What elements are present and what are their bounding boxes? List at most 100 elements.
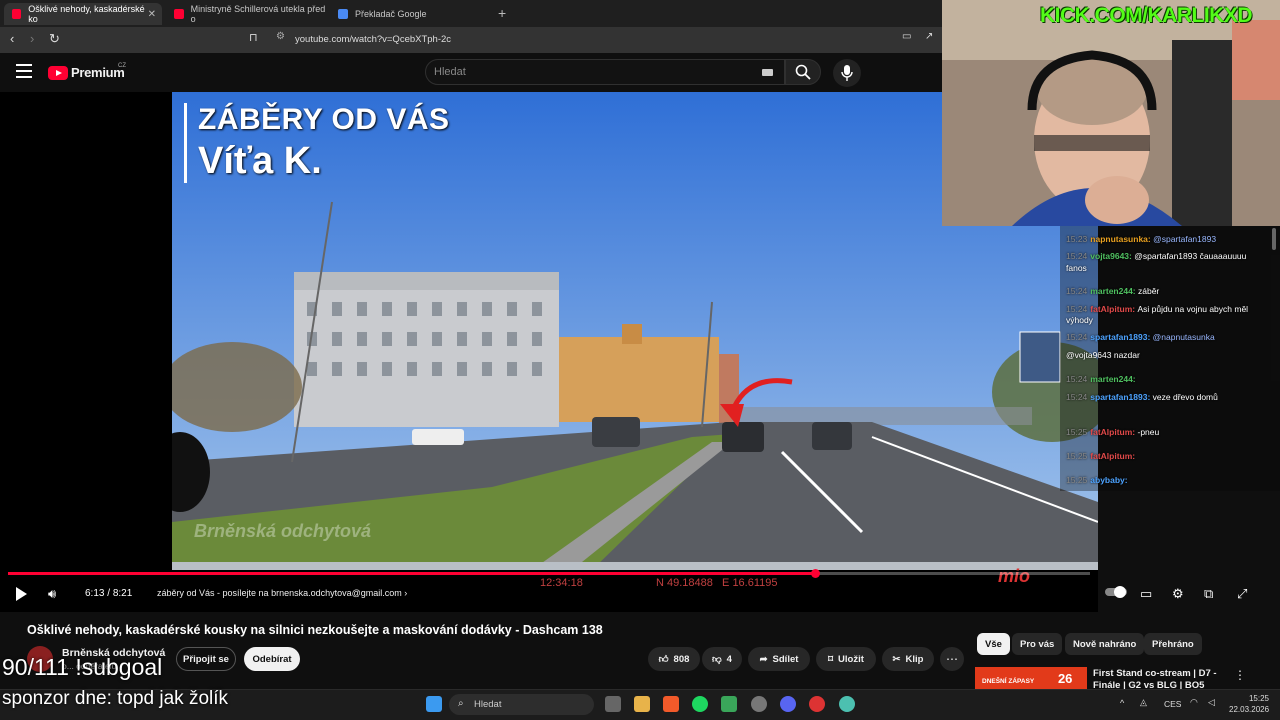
taskbar-search[interactable] (449, 694, 594, 715)
settings-icon[interactable]: ⚙ (1172, 586, 1184, 602)
speaker-icon[interactable]: ◁ (1208, 697, 1215, 708)
tab-2[interactable]: Překladač Google (330, 3, 492, 25)
tab-label: Ministryně Schillerová utekla před o (190, 4, 326, 24)
chat-username[interactable]: abybaby: (1090, 475, 1127, 485)
chat-message: @vojta9643 nazdar (1066, 350, 1140, 360)
search-input[interactable] (425, 59, 785, 85)
dislike-button[interactable]: 👎︎ 4 (702, 647, 742, 671)
miniplayer-icon[interactable]: ⧉ (1204, 586, 1213, 602)
chevron-up-icon[interactable]: ^ (1120, 698, 1124, 708)
chat-message: 15:24 marten244: záběr (1066, 286, 1159, 296)
chip-watched[interactable]: Přehráno (1144, 633, 1202, 655)
like-button[interactable]: 👍︎ 808 (648, 647, 700, 671)
cast-icon[interactable]: ▭ (902, 31, 911, 42)
file-explorer-icon[interactable] (634, 696, 650, 712)
keyboard-language[interactable]: CES (1164, 699, 1181, 709)
chat-username[interactable]: vojta9643: (1090, 251, 1134, 261)
url-field[interactable]: youtube.com/watch?v=QcebXTph-2c (295, 34, 451, 45)
play-icon[interactable] (16, 587, 27, 601)
mio-logo: mio (998, 566, 1031, 586)
app-icon[interactable] (839, 696, 855, 712)
forward-icon[interactable]: › (30, 31, 34, 46)
chat-username[interactable]: spartafan1893: (1090, 392, 1152, 402)
video-overlay-title: ZÁBĚRY OD VÁS (198, 103, 450, 136)
thumbnail-text: DNEŠNÍ ZÁPASY 26 (982, 671, 1072, 686)
chip-all[interactable]: Vše (977, 633, 1010, 655)
clip-button[interactable]: ✂ Klip (882, 647, 934, 671)
refresh-app-icon[interactable] (751, 696, 767, 712)
subtitles-icon[interactable]: ▭ (1140, 586, 1152, 602)
address-bar-row: ‹ › ↻ ⊓ ⚙ ▭ ↗ (0, 27, 942, 53)
chapter-button[interactable]: záběry od Vás - posílejte na brnenska.od… (157, 588, 407, 598)
chat-timestamp: 15:24 (1066, 286, 1088, 296)
volume-icon[interactable]: 🔊︎ (48, 586, 56, 602)
clock[interactable]: 15:25 22.03.2026 (1229, 693, 1269, 715)
share-label: Sdílet (772, 653, 799, 665)
save-button[interactable]: ⌑ Uložit (816, 647, 876, 671)
save-label: Uložit (838, 653, 864, 665)
youtube-logo-icon[interactable] (48, 66, 68, 80)
app-icon[interactable] (721, 696, 737, 712)
chat-scrollbar[interactable] (1272, 228, 1276, 250)
hamburger-menu-icon[interactable] (16, 64, 32, 78)
chip-for-you[interactable]: Pro vás (1012, 633, 1063, 655)
bookmark-icon: ⌑ (828, 653, 834, 665)
close-icon[interactable]: ✕ (148, 9, 156, 20)
brave-browser-icon[interactable] (663, 696, 679, 712)
wifi-icon[interactable]: ◠ (1190, 697, 1198, 708)
spotify-icon[interactable] (692, 696, 708, 712)
chat-username[interactable]: fatAlpitum: (1090, 304, 1137, 314)
taskbar-search-label: Hledat (474, 699, 502, 710)
app-icon[interactable] (809, 696, 825, 712)
voice-search-button[interactable] (833, 59, 861, 87)
chat-message: 15:25 fatAlpitum: -pneu (1066, 427, 1159, 437)
scissors-icon: ✂ (892, 653, 901, 665)
overlay-accent-bar (184, 103, 187, 183)
network-icon[interactable]: ◬ (1140, 697, 1147, 708)
progress-scrubber[interactable] (811, 569, 820, 578)
clock-date: 22.03.2026 (1229, 705, 1270, 714)
chat-text: veze dřevo domů (1152, 392, 1218, 402)
discord-icon[interactable] (780, 696, 796, 712)
share-button[interactable]: ➦ Sdílet (748, 647, 810, 671)
search-button[interactable] (785, 59, 821, 85)
keyboard-icon[interactable] (762, 69, 773, 76)
reload-icon[interactable]: ↻ (49, 31, 60, 47)
back-icon[interactable]: ‹ (10, 31, 14, 46)
autoplay-toggle[interactable] (1105, 586, 1127, 601)
time-current: 6:13 (85, 588, 105, 599)
more-vertical-icon[interactable]: ⋮ (1234, 668, 1246, 682)
tab-0[interactable]: Ošklivé nehody, kaskadérské ko ✕ (4, 3, 162, 25)
tab-label: Překladač Google (355, 9, 427, 19)
chevron-right-icon: › (404, 588, 408, 598)
chat-username[interactable]: fatAlpitum: (1090, 427, 1137, 437)
bookmark-icon[interactable]: ⊓ (249, 31, 258, 44)
tab-1[interactable]: Ministryně Schillerová utekla před o (166, 3, 328, 25)
chip-recently-uploaded[interactable]: Nově nahráno (1065, 633, 1145, 655)
youtube-premium-label[interactable]: Premium (71, 65, 125, 80)
windows-start-icon[interactable] (426, 696, 442, 712)
new-tab-button[interactable]: + (498, 5, 506, 21)
site-info-icon[interactable]: ⚙ (276, 31, 285, 42)
more-actions-button[interactable]: ⋯ (940, 647, 964, 671)
chat-text: fanos (1066, 263, 1087, 273)
video-watermark: Brněnská odchytová (194, 521, 372, 541)
chat-message: 15:24 fatAlpitum: Asi půjdu na vojnu abyc… (1066, 304, 1248, 314)
chat-username[interactable]: marten244: (1090, 286, 1138, 296)
chat-message: 15:23 napnutasunka: @spartafan1893 (1066, 234, 1216, 244)
chat-username[interactable]: fatAlpitum: (1090, 451, 1135, 461)
thumbnail-caption: DNEŠNÍ ZÁPASY (982, 678, 1035, 685)
share-icon[interactable]: ↗ (925, 31, 933, 42)
task-view-icon[interactable] (605, 696, 621, 712)
like-count: 808 (673, 653, 690, 665)
translate-favicon-icon (338, 9, 348, 19)
chat-username[interactable]: spartafan1893: (1090, 332, 1152, 342)
chat-timestamp: 15:24 (1066, 374, 1088, 384)
chat-text: @napnutasunka (1152, 332, 1215, 342)
chat-username[interactable]: napnutasunka: (1090, 234, 1153, 244)
chat-username[interactable]: marten244: (1090, 374, 1135, 384)
fullscreen-icon[interactable]: ⤢ (1237, 586, 1247, 602)
subscribe-button[interactable]: Odebírat (244, 647, 300, 671)
join-button[interactable]: Připojit se (176, 647, 236, 671)
youtube-favicon-icon (12, 9, 22, 19)
